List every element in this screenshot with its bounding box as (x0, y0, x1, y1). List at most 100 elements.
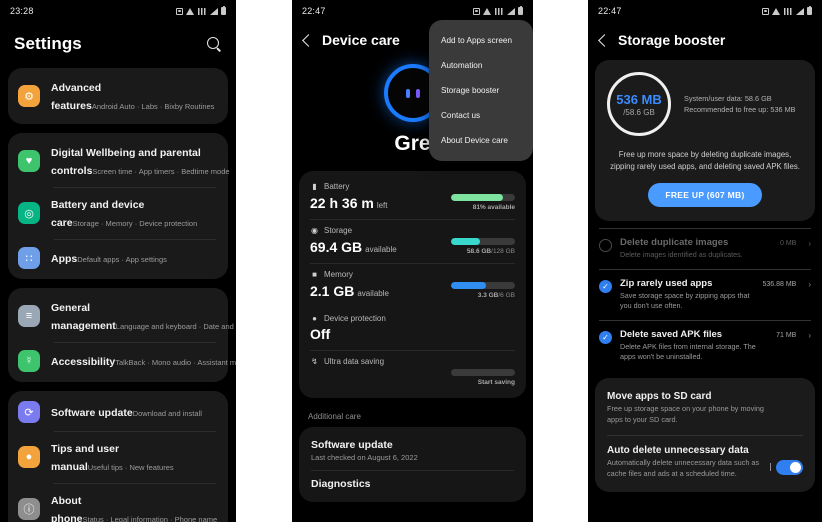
status-bar: 22:47 (292, 0, 533, 22)
ultra-data-bar (451, 369, 515, 376)
metric-label-text: Battery (324, 182, 350, 191)
network-icon (198, 7, 207, 15)
metric-value: 2.1 GB available (310, 283, 389, 299)
overflow-menu: Add to Apps screen Automation Storage boos… (429, 20, 533, 161)
additional-care-row-software-update[interactable]: Software update Last checked on August 6,… (299, 431, 526, 470)
menu-item-contact-us[interactable]: Contact us (429, 103, 533, 128)
sidebar-item-software-update[interactable]: ⟳ Software updateDownload and install (8, 393, 228, 431)
battery-icon (221, 5, 226, 15)
metric-body: 22 h 36 m left 81% available (310, 194, 515, 211)
sidebar-item-digital-wellbeing-and-parental-controls[interactable]: ♥ Digital Wellbeing and parental controls… (8, 135, 230, 187)
checkbox-checked-icon[interactable]: ✓ (599, 331, 612, 344)
sliders-icon: ≡ (18, 305, 40, 327)
menu-item-add-to-apps-screen[interactable]: Add to Apps screen (429, 28, 533, 53)
device-protection-row[interactable]: ● Device protection Off (299, 307, 526, 350)
metric-value-suffix: left (376, 201, 388, 210)
storage-option-size: 536.88 MB (762, 281, 797, 288)
storage-option-delete-duplicate-images[interactable]: ✓ Delete duplicate images Delete images id… (588, 228, 822, 269)
ultra-data-saving-row[interactable]: ↯ Ultra data saving Start saving (299, 350, 526, 394)
storage-option-body: Zip rarely used apps Save storage space b… (620, 278, 754, 311)
auto-delete-toggle[interactable] (770, 460, 803, 475)
android-auto-gear-icon: ⚙ (18, 85, 40, 107)
storage-extra-row-move-apps-to-sd-card[interactable]: Move apps to SD card Free up storage spac… (595, 381, 815, 435)
metric-value-number: 69.4 GB (310, 239, 363, 255)
settings-item-text: AppsDefault apps · App settings (51, 249, 167, 267)
metric-row-memory[interactable]: ■ Memory 2.1 GB available 3.3 GB/6 GB (299, 263, 526, 307)
extra-row-head: Auto delete unnecessary data (607, 445, 803, 456)
heart-shield-icon: ♥ (18, 150, 40, 172)
metric-value-suffix: available (365, 245, 397, 254)
metric-body: 69.4 GB available 58.6 GB/128 GB (310, 238, 515, 255)
menu-item-about-device-care[interactable]: About Device care (429, 128, 533, 153)
checkbox-checked-icon[interactable]: ✓ (599, 280, 612, 293)
additional-care-row-diagnostics[interactable]: Diagnostics (299, 470, 526, 498)
metric-row-battery[interactable]: ▮ Battery 22 h 36 m left 81% available (299, 175, 526, 219)
metric-value: 69.4 GB available (310, 239, 397, 255)
device-protection-label: ● Device protection (310, 314, 515, 323)
metric-caption: 3.3 GB/6 GB (451, 292, 515, 299)
storage-summary-top: 536 MB /58.6 GB System/user data: 58.6 G… (607, 72, 803, 136)
storage-option-title: Delete saved APK files (620, 329, 723, 340)
sidebar-item-about-phone[interactable]: ⓘ About phoneStatus · Legal information ·… (8, 483, 228, 522)
settings-header: Settings (0, 22, 236, 68)
metric-value-number: 22 h 36 m (310, 195, 374, 211)
chevron-right-icon[interactable]: › (808, 239, 811, 248)
sidebar-item-accessibility[interactable]: ☿ AccessibilityTalkBack · Mono audio · As… (8, 342, 236, 380)
battery-icon (518, 5, 523, 15)
settings-item-text: About phoneStatus · Legal information · … (51, 491, 218, 522)
ultra-data-saving-label: ↯ Ultra data saving (310, 357, 515, 366)
extra-row-subtitle: Free up storage space on your phone by m… (607, 404, 764, 424)
settings-item-text: Tips and user manualUseful tips · New fe… (51, 439, 218, 475)
back-chevron-icon[interactable] (302, 33, 315, 47)
chevron-right-icon[interactable]: › (808, 280, 811, 289)
metric-meter: 81% available (451, 194, 515, 211)
screenshot-icon (473, 7, 480, 15)
apps-grid-icon: ∷ (18, 247, 40, 269)
extra-row-subtitle: Automatically delete unnecessary data su… (607, 458, 760, 478)
chevron-right-icon[interactable]: › (808, 331, 811, 340)
network-icon (784, 7, 793, 15)
storage-option-delete-saved-apk-files[interactable]: ✓ Delete saved APK files Delete APK files … (588, 320, 822, 371)
storage-booster-description: Free up more space by deleting duplicate… (610, 150, 800, 171)
back-chevron-icon[interactable] (598, 33, 611, 47)
wifi-icon (483, 7, 492, 15)
settings-item-subtitle: Useful tips · New features (87, 463, 174, 472)
sidebar-item-advanced-features[interactable]: ⚙ Advanced featuresAndroid Auto · Labs · … (8, 70, 228, 122)
storage-option-size: 0 MB (779, 240, 797, 247)
settings-item-text: Advanced featuresAndroid Auto · Labs · B… (51, 78, 218, 114)
status-bar: 23:28 (0, 0, 236, 22)
storage-booster-header: Storage booster (588, 22, 822, 56)
settings-item-title: Accessibility (51, 356, 116, 368)
menu-item-storage-booster[interactable]: Storage booster (429, 78, 533, 103)
storage-option-zip-rarely-used-apps[interactable]: ✓ Zip rarely used apps Save storage space … (588, 269, 822, 320)
screenshot-stage: 23:28 Settings ⚙ Advanced featuresAndroid… (0, 0, 822, 522)
sidebar-item-general-management[interactable]: ≡ General managementLanguage and keyboard… (8, 290, 236, 342)
metric-label-text: Storage (324, 226, 353, 235)
additional-care-label: Additional care (308, 412, 361, 421)
extra-row-body: Automatically delete unnecessary data su… (607, 456, 803, 479)
sidebar-item-tips-and-user-manual[interactable]: ● Tips and user manualUseful tips · New f… (8, 431, 228, 483)
checkbox-unchecked-icon[interactable]: ✓ (599, 239, 612, 252)
page-title: Settings (14, 34, 82, 53)
storage-summary-card: 536 MB /58.6 GB System/user data: 58.6 G… (595, 60, 815, 221)
sidebar-item-apps[interactable]: ∷ AppsDefault apps · App settings (8, 239, 228, 277)
metric-row-storage[interactable]: ◉ Storage 69.4 GB available 58.6 GB/128 GB (299, 219, 526, 263)
storage-extra-row-auto-delete-unnecessary-data[interactable]: Auto delete unnecessary data Automaticall… (595, 435, 815, 489)
page-title: Storage booster (618, 32, 726, 48)
extra-row-head: Move apps to SD card (607, 391, 803, 402)
metric-label-text: Memory (324, 270, 353, 279)
storage-option-subtitle: Save storage space by zipping apps that … (620, 291, 750, 310)
sidebar-item-battery-and-device-care[interactable]: ◎ Battery and device careStorage · Memory… (8, 187, 228, 239)
phone-panel-device-care: 22:47 Device care Gre Add to Apps screen… (292, 0, 533, 522)
metric-caption-main: 3.3 GB (477, 292, 499, 299)
settings-item-subtitle: Default apps · App settings (77, 255, 167, 264)
metric-label: ◉ Storage (310, 226, 515, 235)
search-icon[interactable] (206, 36, 222, 52)
settings-item-subtitle: Language and keyboard · Date and time (115, 322, 236, 331)
row-subtitle: Last checked on August 6, 2022 (311, 453, 418, 462)
metric-meter: 58.6 GB/128 GB (451, 238, 515, 255)
metric-meter: 3.3 GB/6 GB (451, 282, 515, 299)
free-up-button[interactable]: FREE UP (607 MB) (648, 183, 762, 207)
menu-item-automation[interactable]: Automation (429, 53, 533, 78)
battery-icon: ▮ (312, 182, 317, 191)
